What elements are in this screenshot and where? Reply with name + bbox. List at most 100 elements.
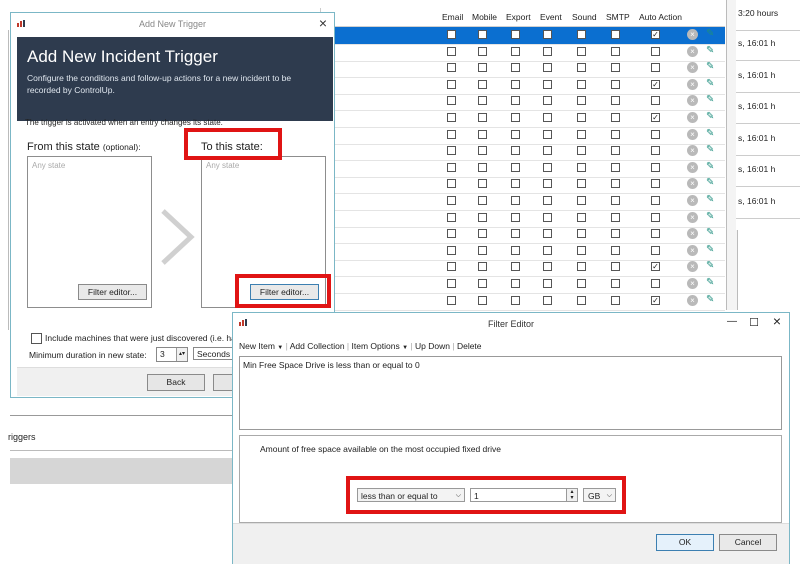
row-checkbox[interactable] (447, 196, 456, 205)
down-button[interactable]: Down (428, 341, 450, 351)
include-machines-checkbox[interactable] (31, 333, 42, 344)
min-duration-stepper[interactable]: 3 ▴▾ (156, 347, 188, 362)
close-icon[interactable]: × (319, 15, 327, 31)
edit-pencil-icon[interactable]: ✎ (706, 45, 714, 56)
row-checkbox[interactable] (543, 162, 552, 172)
row-checkbox[interactable] (651, 212, 660, 222)
row-checkbox[interactable] (543, 46, 552, 56)
row-checkbox[interactable] (511, 245, 520, 255)
row-checkbox[interactable] (611, 30, 620, 39)
row-checkbox[interactable] (447, 212, 456, 222)
remove-icon[interactable]: × (687, 78, 698, 90)
row-checkbox[interactable] (447, 229, 456, 239)
edit-pencil-icon[interactable]: ✎ (706, 294, 714, 305)
edit-pencil-icon[interactable]: ✎ (706, 177, 714, 188)
row-checkbox[interactable] (511, 46, 520, 56)
remove-icon[interactable]: × (687, 261, 698, 273)
edit-pencil-icon[interactable]: ✎ (706, 244, 714, 255)
edit-pencil-icon[interactable]: ✎ (706, 78, 714, 89)
remove-icon[interactable]: × (687, 128, 698, 140)
table-row[interactable]: × ✎ (321, 93, 725, 112)
row-checkbox[interactable] (577, 129, 586, 139)
row-checkbox[interactable] (543, 79, 552, 89)
row-checkbox[interactable] (447, 129, 456, 139)
edit-pencil-icon[interactable]: ✎ (706, 277, 714, 288)
row-checkbox[interactable] (651, 162, 660, 172)
table-row[interactable]: × ✎ (321, 127, 725, 145)
row-checkbox[interactable] (511, 63, 520, 73)
row-checkbox[interactable] (651, 179, 660, 189)
row-checkbox[interactable] (447, 113, 456, 122)
row-checkbox[interactable] (543, 113, 552, 122)
col-smtp[interactable]: SMTP (606, 12, 630, 22)
table-row[interactable]: × ✎ (321, 44, 725, 62)
row-checkbox[interactable] (577, 79, 586, 89)
row-checkbox[interactable] (511, 146, 520, 156)
maximize-icon[interactable]: ☐ (749, 316, 759, 329)
row-checkbox[interactable] (611, 229, 620, 239)
remove-icon[interactable]: × (687, 29, 698, 40)
row-checkbox[interactable] (447, 79, 456, 89)
row-checkbox[interactable] (577, 295, 586, 305)
row-checkbox[interactable]: ✓ (651, 79, 660, 89)
row-checkbox[interactable] (577, 96, 586, 106)
remove-icon[interactable]: × (687, 145, 698, 157)
row-checkbox[interactable] (511, 262, 520, 272)
row-checkbox[interactable] (577, 212, 586, 222)
row-checkbox[interactable] (651, 279, 660, 288)
edit-pencil-icon[interactable]: ✎ (706, 28, 714, 39)
row-checkbox[interactable] (611, 63, 620, 73)
row-checkbox[interactable] (543, 30, 552, 39)
row-checkbox[interactable] (511, 279, 520, 288)
row-checkbox[interactable] (543, 245, 552, 255)
row-checkbox[interactable]: ✓ (651, 295, 660, 305)
item-options-menu[interactable]: Item Options (352, 341, 400, 351)
remove-icon[interactable]: × (687, 112, 698, 123)
col-email[interactable]: Email (442, 12, 463, 22)
back-button[interactable]: Back (147, 374, 205, 391)
row-checkbox[interactable] (543, 229, 552, 239)
row-checkbox[interactable] (543, 129, 552, 139)
up-button[interactable]: Up (415, 341, 426, 351)
row-checkbox[interactable] (478, 196, 487, 205)
delete-button[interactable]: Delete (457, 341, 482, 351)
row-checkbox[interactable] (611, 295, 620, 305)
row-checkbox[interactable] (577, 245, 586, 255)
remove-icon[interactable]: × (687, 62, 698, 74)
col-event[interactable]: Event (540, 12, 562, 22)
row-checkbox[interactable] (511, 79, 520, 89)
row-checkbox[interactable] (478, 179, 487, 189)
row-checkbox[interactable] (611, 46, 620, 56)
row-checkbox[interactable] (611, 96, 620, 106)
row-checkbox[interactable] (651, 129, 660, 139)
remove-icon[interactable]: × (687, 45, 698, 57)
table-row[interactable]: × ✎ (321, 243, 725, 261)
row-checkbox[interactable] (478, 113, 487, 122)
row-checkbox[interactable] (478, 245, 487, 255)
row-checkbox[interactable] (447, 162, 456, 172)
edit-pencil-icon[interactable]: ✎ (706, 128, 714, 139)
row-checkbox[interactable] (577, 113, 586, 122)
edit-pencil-icon[interactable]: ✎ (706, 227, 714, 238)
new-item-menu[interactable]: New Item (239, 341, 275, 351)
col-mobile[interactable]: Mobile (472, 12, 497, 22)
remove-icon[interactable]: × (687, 294, 698, 306)
row-checkbox[interactable] (478, 279, 487, 288)
row-checkbox[interactable] (478, 129, 487, 139)
row-checkbox[interactable] (577, 262, 586, 272)
row-checkbox[interactable] (511, 179, 520, 189)
row-checkbox[interactable] (611, 129, 620, 139)
row-checkbox[interactable] (447, 30, 456, 39)
edit-pencil-icon[interactable]: ✎ (706, 260, 714, 271)
row-checkbox[interactable] (577, 229, 586, 239)
row-checkbox[interactable] (611, 245, 620, 255)
cancel-button[interactable]: Cancel (719, 534, 777, 551)
row-checkbox[interactable] (651, 46, 660, 56)
table-row[interactable]: ✓ × ✎ (321, 110, 725, 128)
filter-tree[interactable]: Min Free Space Drive is less than or equ… (239, 356, 782, 430)
row-checkbox[interactable] (577, 63, 586, 73)
row-checkbox[interactable] (577, 279, 586, 288)
row-checkbox[interactable] (511, 229, 520, 239)
remove-icon[interactable]: × (687, 244, 698, 256)
row-checkbox[interactable]: ✓ (651, 30, 660, 39)
